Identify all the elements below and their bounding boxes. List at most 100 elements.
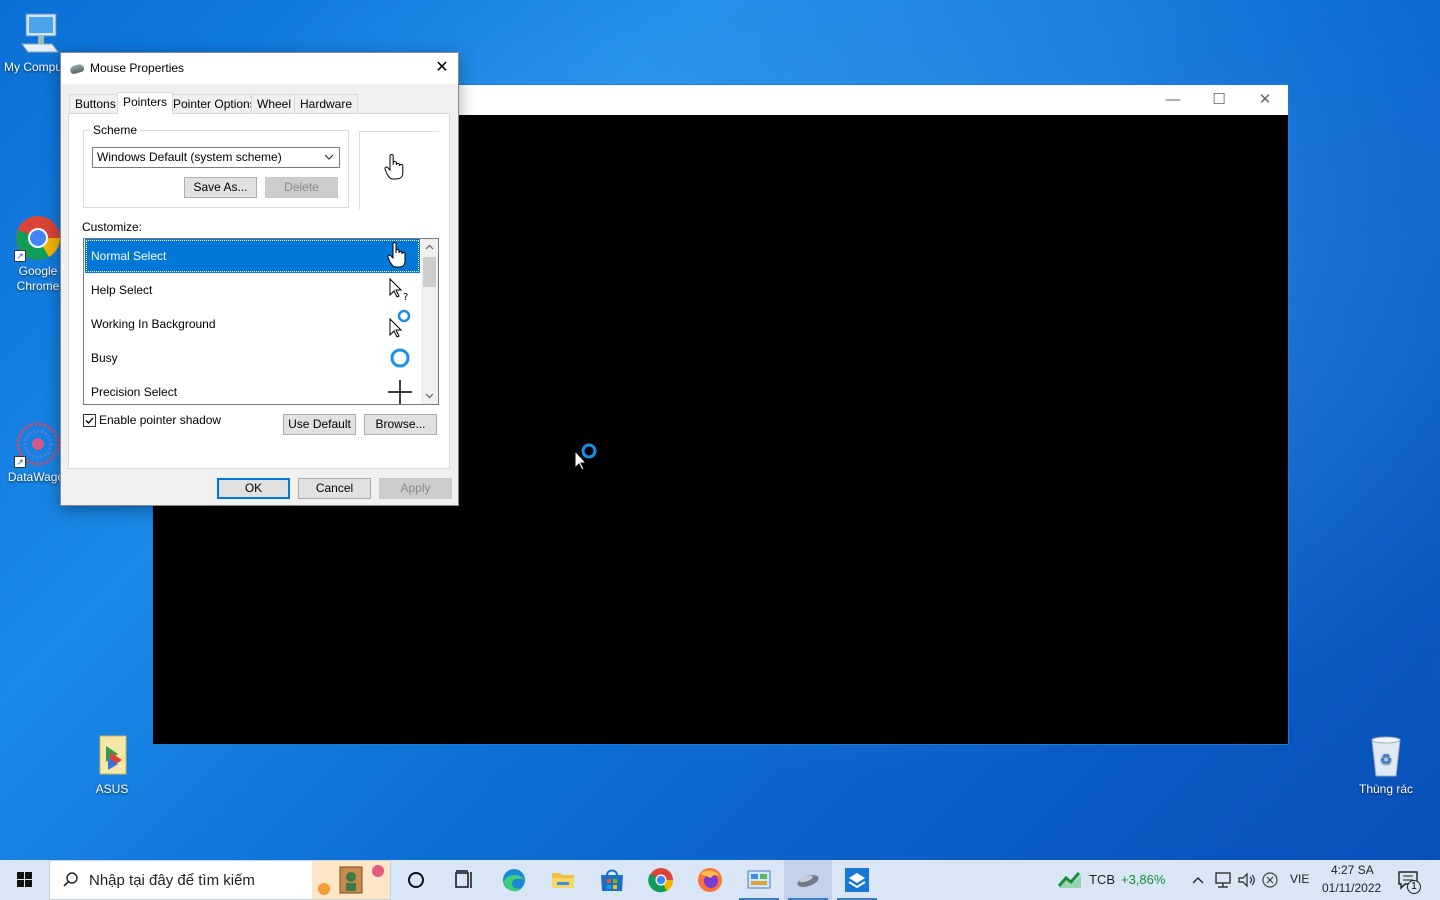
chevron-up-icon[interactable] [1190, 872, 1206, 891]
list-item-busy[interactable]: Busy [85, 341, 420, 375]
chrome-icon: ↗ [14, 214, 62, 262]
datawagon-icon: ↗ [14, 420, 62, 468]
scheme-dropdown[interactable]: Windows Default (system scheme) [92, 147, 340, 168]
control-panel-button[interactable] [735, 860, 783, 900]
close-button[interactable]: ✕ [1242, 85, 1288, 115]
shortcut-arrow-icon: ↗ [14, 456, 26, 468]
chrome-taskbar-button[interactable] [637, 860, 685, 900]
search-icon [62, 871, 80, 892]
edge-icon [503, 869, 525, 892]
list-item-label: Normal Select [91, 249, 167, 263]
chevron-up-icon[interactable] [421, 239, 438, 256]
app-taskbar-button[interactable] [833, 860, 881, 900]
list-scrollbar[interactable] [421, 239, 438, 404]
busy-ring-icon [382, 343, 412, 373]
language-indicator[interactable]: VIE [1290, 872, 1309, 886]
desktop-icon-label: ASUS [95, 782, 129, 796]
pointers-tab-panel: Scheme Windows Default (system scheme) S… [68, 113, 450, 469]
save-as-button[interactable]: Save As... [184, 177, 257, 198]
scheme-group: Scheme Windows Default (system scheme) S… [83, 123, 349, 208]
chevron-down-icon [322, 148, 336, 167]
list-item-label: Precision Select [91, 385, 178, 399]
tab-pointer-options[interactable]: Pointer Options [167, 94, 262, 113]
cancel-button[interactable]: Cancel [298, 478, 371, 499]
stock-change[interactable]: +3,86% [1121, 872, 1165, 887]
status-x-icon[interactable] [1261, 871, 1279, 892]
network-icon[interactable] [1213, 871, 1233, 892]
list-item-precision-select[interactable]: Precision Select [85, 375, 420, 404]
task-view-button[interactable] [440, 860, 488, 900]
file-explorer-button[interactable] [539, 860, 587, 900]
clock-time[interactable]: 4:27 SA [1331, 863, 1374, 877]
tab-pointers[interactable]: Pointers [117, 92, 174, 114]
browse-button[interactable]: Browse... [364, 414, 437, 435]
dialog-close-button[interactable]: ✕ [426, 53, 458, 84]
notification-count-badge: 1 [1407, 880, 1421, 894]
ok-button[interactable]: OK [217, 478, 290, 499]
scroll-thumb[interactable] [423, 257, 436, 287]
desktop-icon-recycle-bin[interactable]: ♻ Thùng rác [1348, 732, 1424, 797]
tab-wheel[interactable]: Wheel [251, 94, 298, 113]
cursor-preview-box [359, 131, 439, 209]
edge-button[interactable] [490, 860, 538, 900]
chevron-down-icon[interactable] [421, 387, 438, 404]
cortana-button[interactable] [392, 860, 440, 900]
dialog-title: Mouse Properties [90, 61, 185, 75]
firefox-icon [698, 868, 722, 892]
list-item-label: Busy [91, 351, 118, 365]
list-item-label: Working In Background [91, 317, 216, 331]
tab-buttons[interactable]: Buttons [69, 94, 122, 113]
working-cursor-icon [574, 442, 600, 471]
store-button[interactable] [588, 860, 636, 900]
enable-shadow-label[interactable]: Enable pointer shadow [99, 413, 221, 427]
list-item-working-in-background[interactable]: Working In Background [85, 307, 420, 341]
taskbar: Nhập tại đây để tìm kiếm TCB +3,86% VIE … [0, 860, 1440, 900]
tab-hardware[interactable]: Hardware [294, 94, 359, 113]
chrome-icon [648, 868, 674, 893]
hand-pointer-icon [382, 241, 412, 271]
scheme-selected-value: Windows Default (system scheme) [97, 150, 282, 164]
stock-chart-icon [1057, 870, 1083, 893]
svg-text:?: ? [403, 292, 408, 303]
control-panel-icon [747, 870, 771, 889]
shortcut-arrow-icon: ↗ [14, 250, 26, 262]
help-select-icon: ? [382, 275, 412, 305]
list-item-normal-select[interactable]: Normal Select [85, 239, 420, 273]
hand-pointer-icon [384, 153, 404, 183]
search-highlight-icon [312, 861, 390, 900]
stock-symbol[interactable]: TCB [1089, 872, 1115, 887]
app-icon [845, 868, 869, 892]
mouse-properties-dialog[interactable]: Mouse Properties ✕ Buttons Pointers Poin… [60, 52, 459, 506]
start-button[interactable] [0, 860, 48, 900]
search-placeholder: Nhập tại đây để tìm kiếm [89, 872, 255, 889]
apply-button[interactable]: Apply [379, 478, 452, 499]
crosshair-icon [382, 377, 412, 404]
volume-icon[interactable] [1237, 871, 1257, 892]
use-default-button[interactable]: Use Default [283, 414, 356, 435]
desktop-icon-asus[interactable]: ASUS [74, 732, 150, 797]
customize-label: Customize: [82, 220, 143, 234]
desktop-icon-label: Thùng rác [1358, 782, 1414, 796]
enable-shadow-checkbox[interactable] [83, 414, 96, 427]
scheme-label: Scheme [90, 123, 141, 137]
list-item-label: Help Select [91, 283, 153, 297]
minimize-button[interactable]: — [1150, 85, 1196, 115]
task-view-icon [455, 870, 472, 888]
mouse-icon [69, 63, 85, 75]
delete-button[interactable]: Delete [265, 177, 338, 198]
windows-logo-icon [17, 872, 32, 887]
firefox-button[interactable] [686, 860, 734, 900]
svg-text:♻: ♻ [1380, 751, 1393, 767]
dialog-titlebar[interactable]: Mouse Properties ✕ [61, 53, 458, 84]
maximize-button[interactable]: ☐ [1196, 85, 1242, 115]
cursor-list[interactable]: Normal Select Help Select ? Working In B… [83, 238, 439, 405]
taskbar-search-box[interactable]: Nhập tại đây để tìm kiếm [49, 860, 391, 900]
working-background-icon [382, 309, 412, 339]
cortana-icon [408, 872, 424, 888]
store-icon [601, 869, 623, 891]
mouse-properties-taskbar-button[interactable] [784, 860, 832, 900]
clock-date[interactable]: 01/11/2022 [1322, 881, 1381, 895]
mouse-icon [797, 875, 819, 887]
recycle-bin-icon: ♻ [1362, 732, 1410, 780]
list-item-help-select[interactable]: Help Select ? [85, 273, 420, 307]
